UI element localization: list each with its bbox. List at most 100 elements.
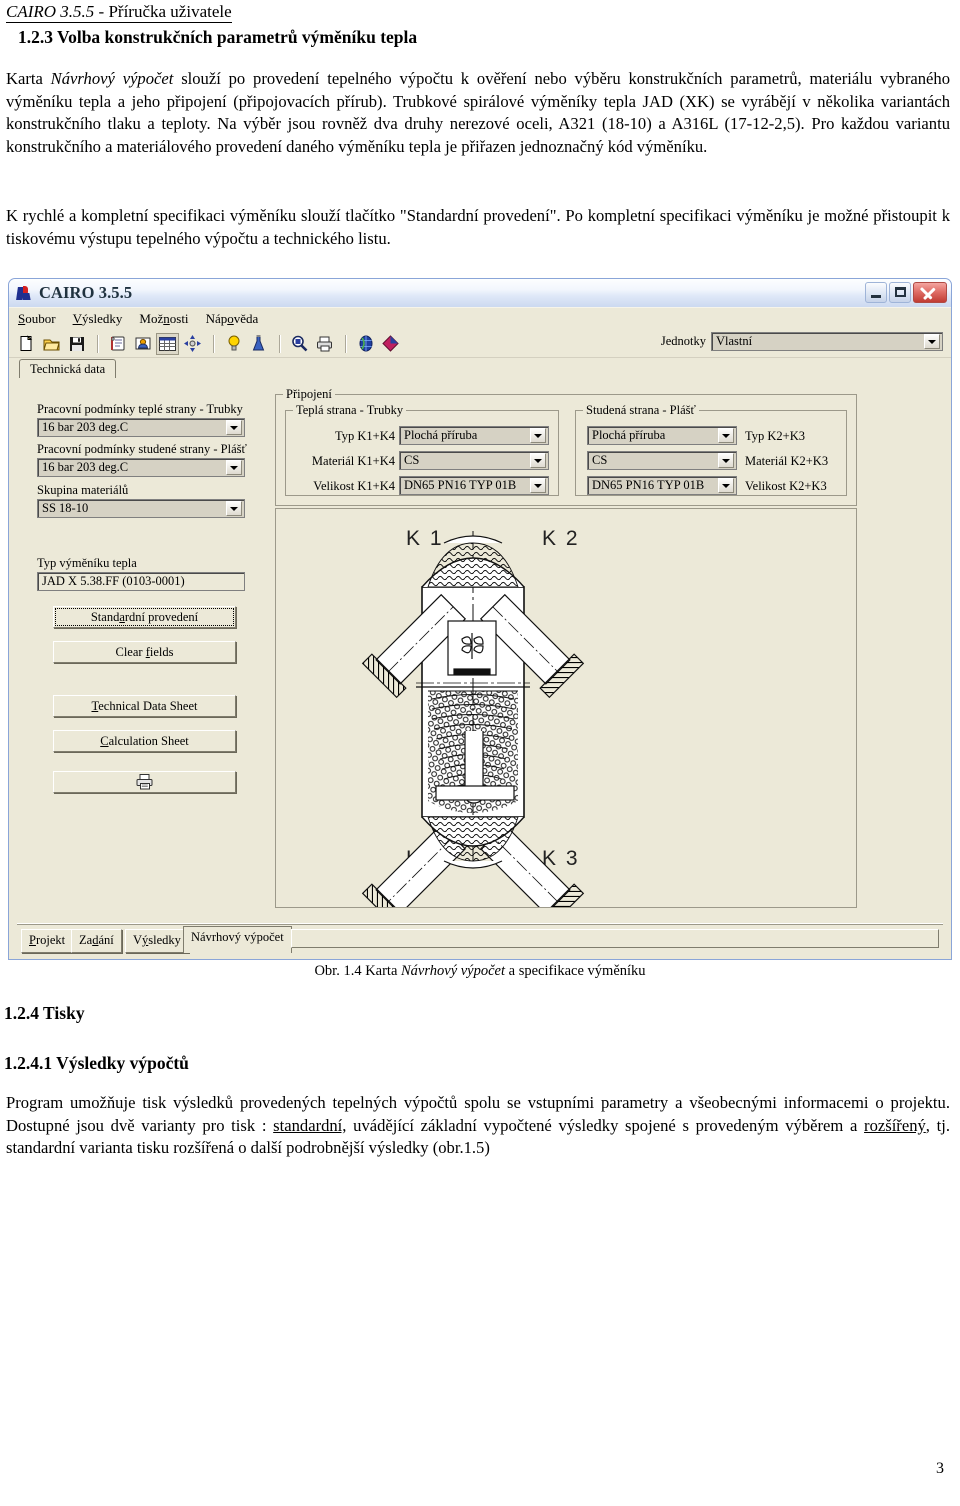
menu-item-vysledky[interactable]: Výsledky: [73, 311, 123, 327]
diamond-icon[interactable]: [379, 333, 402, 355]
hot-type-value: Plochá příruba: [404, 428, 478, 442]
cold-material-value: CS: [592, 453, 608, 467]
cairo-app-icon: [16, 285, 33, 302]
print-button[interactable]: [53, 771, 236, 793]
tab-zadani[interactable]: Zadání: [71, 929, 122, 953]
clear-fields-button[interactable]: Clear fields: [53, 641, 236, 663]
print-preview-icon[interactable]: [313, 333, 336, 355]
chevron-down-icon[interactable]: [226, 501, 242, 516]
hot-side-combobox[interactable]: 16 bar 203 deg.C: [37, 418, 245, 437]
chevron-down-icon[interactable]: [530, 428, 546, 443]
para1-lead: Karta: [6, 69, 51, 88]
figure-caption-lead: Obr. 1.4 Karta: [314, 963, 402, 979]
chevron-down-icon[interactable]: [718, 428, 734, 443]
open-folder-icon[interactable]: [40, 333, 63, 355]
globe-icon[interactable]: [354, 333, 377, 355]
tab-navrhovy-vypocet[interactable]: Návrhový výpočet: [183, 926, 292, 953]
close-button[interactable]: [913, 282, 947, 303]
printer-icon: [135, 774, 155, 790]
cold-size-value: DN65 PN16 TYP 01B: [592, 478, 705, 492]
contacts-icon[interactable]: [131, 333, 154, 355]
flask-icon[interactable]: [247, 333, 270, 355]
hot-material-value: CS: [404, 453, 420, 467]
toolbar-separator: [345, 334, 347, 353]
hot-material-combobox[interactable]: CS: [399, 451, 549, 470]
chevron-down-icon[interactable]: [226, 420, 242, 435]
figure-caption-tail: a specifikace výměníku: [505, 963, 646, 979]
section-heading-123: 1.2.3 Volba konstrukčních parametrů výmě…: [18, 27, 418, 47]
toolbar-separator: [279, 334, 281, 353]
minimize-button[interactable]: [865, 282, 887, 303]
calculation-sheet-button[interactable]: Calculation Sheet: [53, 730, 236, 752]
chevron-down-icon[interactable]: [530, 478, 546, 493]
tab-vysledky[interactable]: Výsledky: [125, 929, 189, 953]
lightbulb-icon[interactable]: [222, 333, 245, 355]
new-document-icon[interactable]: [15, 333, 38, 355]
running-head-title: CAIRO 3.5.5: [6, 2, 95, 21]
menu-bar: Soubor Výsledky Možnosti Nápověda: [9, 307, 951, 330]
table-grid-icon[interactable]: [156, 332, 179, 355]
para3-underline-standardni: standardní,: [273, 1115, 347, 1135]
connection-group-title: Připojení: [283, 387, 335, 402]
hot-side-value: 16 bar 203 deg.C: [42, 420, 129, 434]
toolbar-separator: [97, 334, 99, 353]
cold-size-label: Velikost K2+K3: [745, 479, 827, 493]
menu-item-moznosti[interactable]: Možnosti: [139, 311, 188, 327]
material-group-label: Skupina materiálů: [37, 483, 129, 497]
notebook-icon[interactable]: [106, 333, 129, 355]
standard-design-button[interactable]: Standardní provedení: [53, 606, 236, 628]
move-arrows-icon[interactable]: [181, 333, 204, 355]
hot-size-combobox[interactable]: DN65 PN16 TYP 01B: [399, 476, 549, 495]
technical-data-sheet-button[interactable]: Technical Data Sheet: [53, 695, 236, 717]
para1-italic-term: Návrhový výpočet: [50, 69, 174, 88]
units-combobox[interactable]: Vlastní: [711, 332, 943, 351]
hot-type-label: Typ K1+K4: [335, 429, 395, 443]
paragraph-1: Karta Návrhový výpočet slouží po provede…: [6, 68, 950, 159]
para3-underline-rozsireny: rozšířený: [864, 1115, 926, 1135]
chevron-down-icon[interactable]: [924, 334, 940, 349]
exchanger-type-label: Typ výměníku tepla: [37, 556, 137, 570]
paragraph-3: Program umožňuje tisk výsledků provedený…: [6, 1092, 950, 1160]
section-heading-124: 1.2.4 Tisky: [4, 1003, 85, 1023]
exchanger-type-field[interactable]: JAD X 5.38.FF (0103-0001): [37, 572, 245, 591]
chevron-down-icon[interactable]: [718, 453, 734, 468]
chevron-down-icon[interactable]: [718, 478, 734, 493]
window-controls: [865, 282, 947, 303]
page-number: 3: [936, 1460, 944, 1477]
client-area: Pracovní podmínky teplé strany - Trubky …: [9, 378, 951, 915]
cold-type-combobox[interactable]: Plochá příruba: [587, 426, 737, 445]
window-title-bar: CAIRO 3.5.5: [9, 279, 951, 307]
hot-size-value: DN65 PN16 TYP 01B: [404, 478, 517, 492]
material-group-combobox[interactable]: SS 18-10: [37, 499, 245, 518]
chevron-down-icon[interactable]: [530, 453, 546, 468]
tab-technicka-data[interactable]: Technická data: [19, 359, 117, 380]
window-title: CAIRO 3.5.5: [39, 283, 133, 302]
toolbar-separator: [213, 334, 215, 353]
menu-item-napoveda[interactable]: Nápověda: [206, 311, 259, 327]
hot-side-label: Pracovní podmínky teplé strany - Trubky: [37, 402, 243, 416]
menu-item-soubor[interactable]: Soubor: [18, 311, 56, 327]
top-tabstrip: Technická data: [9, 358, 951, 380]
cold-type-value: Plochá příruba: [592, 428, 666, 442]
units-value: Vlastní: [716, 334, 753, 348]
cold-material-label: Materiál K2+K3: [745, 454, 829, 468]
maximize-button[interactable]: [889, 282, 911, 303]
material-group-value: SS 18-10: [42, 501, 89, 515]
cold-size-combobox[interactable]: DN65 PN16 TYP 01B: [587, 476, 737, 495]
figure-caption-italic: Návrhový výpočet: [401, 963, 506, 979]
chevron-down-icon[interactable]: [226, 460, 242, 475]
cold-side-value: 16 bar 203 deg.C: [42, 460, 129, 474]
section-heading-1241: 1.2.4.1 Výsledky výpočtů: [4, 1053, 189, 1073]
hot-material-label: Materiál K1+K4: [311, 454, 395, 468]
units-label: Jednotky: [660, 334, 706, 348]
hot-type-combobox[interactable]: Plochá příruba: [399, 426, 549, 445]
cold-material-combobox[interactable]: CS: [587, 451, 737, 470]
save-disk-icon[interactable]: [65, 333, 88, 355]
tab-projekt[interactable]: Projekt: [21, 929, 74, 953]
tabstrip-filler: [291, 929, 939, 948]
running-head: CAIRO 3.5.5 - Příručka uživatele: [6, 2, 232, 23]
cairo-application-window: CAIRO 3.5.5 Soubor Výsledky Možnosti Náp…: [8, 278, 952, 960]
zoom-search-icon[interactable]: [288, 333, 311, 355]
hot-size-label: Velikost K1+K4: [313, 479, 395, 493]
cold-side-combobox[interactable]: 16 bar 203 deg.C: [37, 458, 245, 477]
